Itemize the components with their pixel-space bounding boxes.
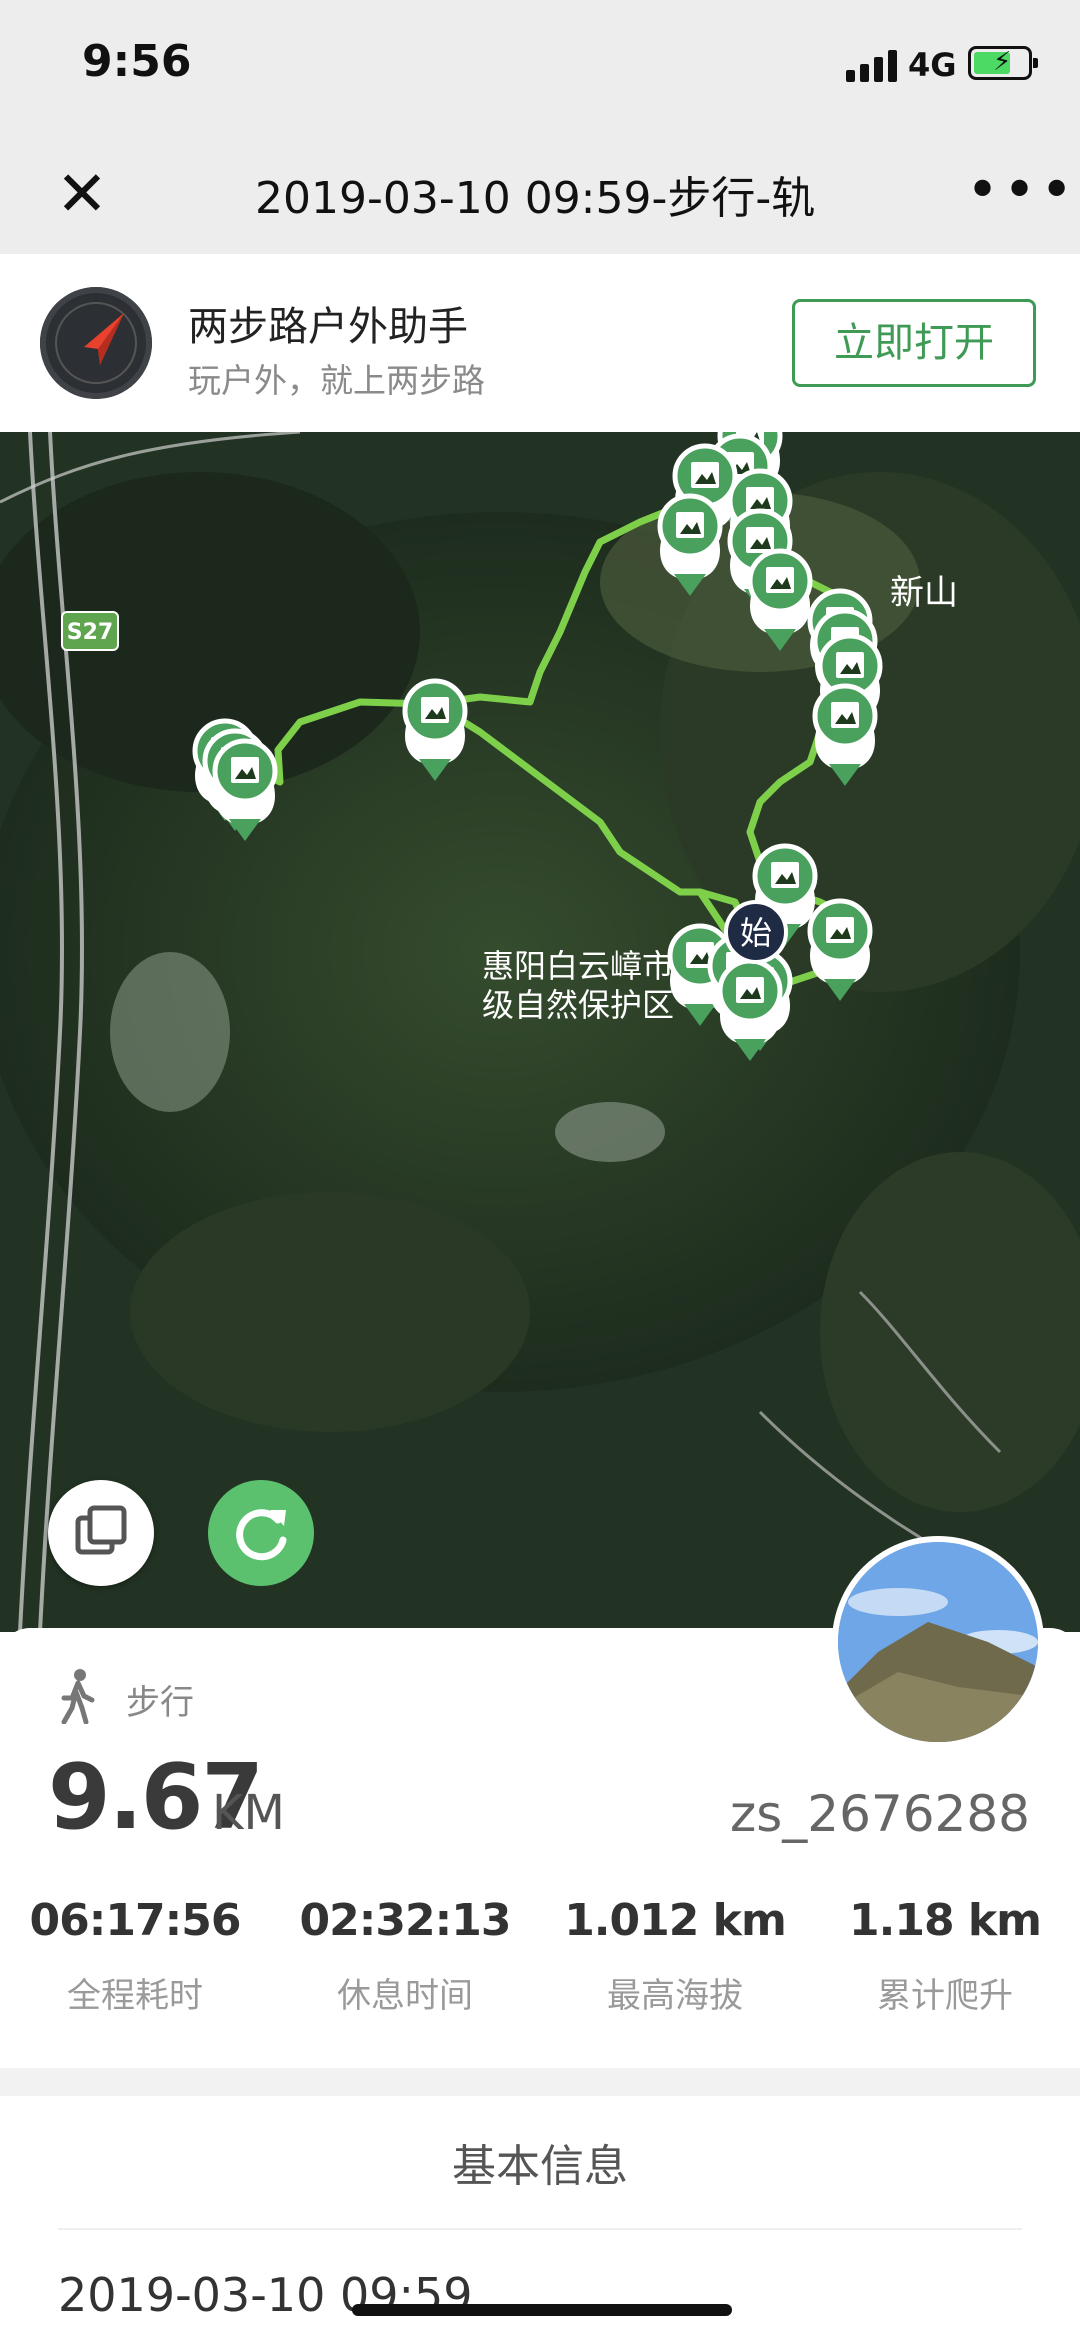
battery-icon: ⚡ xyxy=(968,46,1038,80)
stat-rest-time: 02:32:13 休息时间 xyxy=(270,1895,540,2017)
stat-label: 累计爬升 xyxy=(877,1976,1013,2016)
section-separator xyxy=(0,2068,1080,2096)
stat-total-climb: 1.18 km 累计爬升 xyxy=(810,1895,1080,2017)
reserve-label-1: 惠阳白云嶂市 xyxy=(482,947,674,985)
road-label: S27 xyxy=(67,620,113,645)
stat-total-time: 06:17:56 全程耗时 xyxy=(0,1895,270,2017)
app-slogan: 玩户外，就上两步路 xyxy=(188,361,485,400)
stat-value: 02:32:13 xyxy=(299,1895,512,1946)
layers-icon xyxy=(75,1505,127,1555)
avatar[interactable] xyxy=(832,1536,1044,1748)
distance-unit: KM xyxy=(212,1785,285,1841)
stat-value: 06:17:56 xyxy=(29,1895,242,1946)
status-time: 9:56 xyxy=(82,36,192,87)
network-type: 4G xyxy=(908,46,957,84)
refresh-icon xyxy=(236,1509,287,1561)
signal-icon xyxy=(846,48,898,82)
stat-label: 最高海拔 xyxy=(607,1976,743,2016)
app-name: 两步路户外助手 xyxy=(188,304,468,350)
basic-info-title: 基本信息 xyxy=(452,2141,628,2192)
username[interactable]: zs_2676288 xyxy=(730,1785,1030,1843)
reserve-label-2: 级自然保护区 xyxy=(482,986,674,1024)
title-bar: ✕ 2019-03-10 09:59-步行-轨 ••• xyxy=(0,140,1080,254)
status-bar: 9:56 4G ⚡ xyxy=(0,0,1080,140)
stat-label: 全程耗时 xyxy=(67,1976,203,2016)
stat-value: 1.012 km xyxy=(564,1895,787,1946)
more-icon[interactable]: ••• xyxy=(966,158,1077,223)
close-icon[interactable]: ✕ xyxy=(52,163,112,225)
page-title: 2019-03-10 09:59-步行-轨 xyxy=(255,173,816,224)
stat-value: 1.18 km xyxy=(849,1895,1042,1946)
layers-button[interactable] xyxy=(48,1480,154,1586)
app-banner: 两步路户外助手 玩户外，就上两步路 立即打开 xyxy=(0,254,1080,430)
start-marker: 始 xyxy=(740,914,772,952)
app-logo xyxy=(40,287,152,399)
peak-label: 新山 xyxy=(890,573,958,613)
stat-label: 休息时间 xyxy=(337,1976,473,2016)
track-map[interactable]: S27 始 新山 惠阳白云嶂市 级自然保护区 xyxy=(0,432,1080,1632)
open-app-button[interactable]: 立即打开 xyxy=(792,299,1036,387)
stat-max-altitude: 1.012 km 最高海拔 xyxy=(540,1895,810,2017)
activity-mode: 步行 xyxy=(126,1683,194,1723)
walk-icon xyxy=(61,1669,95,1724)
divider xyxy=(58,2228,1022,2230)
home-indicator[interactable] xyxy=(352,2304,732,2316)
replay-button[interactable] xyxy=(208,1480,314,1586)
